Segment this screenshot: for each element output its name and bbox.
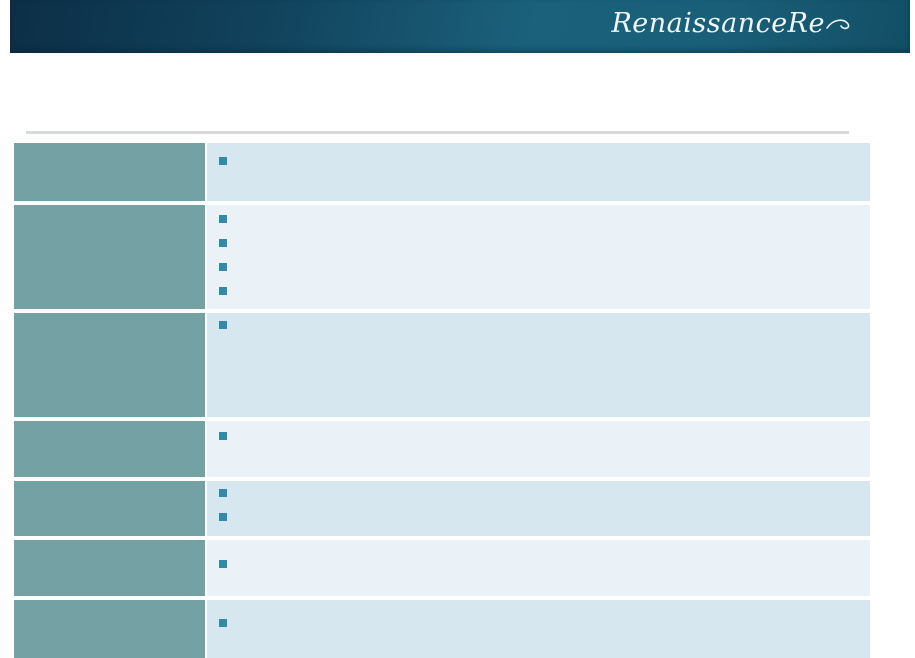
bullet-item xyxy=(207,424,870,448)
row-content-cell xyxy=(207,421,870,477)
table-row xyxy=(14,313,870,417)
row-content-cell xyxy=(207,143,870,201)
row-header-cell xyxy=(14,600,205,658)
row-header-cell xyxy=(14,421,205,477)
bullet-item xyxy=(207,611,870,635)
bullet-square-icon xyxy=(219,489,227,497)
row-content-cell xyxy=(207,600,870,658)
table-row xyxy=(14,143,870,201)
bullet-square-icon xyxy=(219,157,227,165)
bullet-item xyxy=(207,255,870,279)
table-row xyxy=(14,481,870,536)
logo-swash-icon xyxy=(826,16,852,39)
bullet-item xyxy=(207,313,870,337)
company-logo-text: RenaissanceRe xyxy=(611,8,825,39)
bullet-item xyxy=(207,207,870,231)
bullet-square-icon xyxy=(219,619,227,627)
bullet-square-icon xyxy=(219,215,227,223)
table-row xyxy=(14,421,870,477)
bullet-item xyxy=(207,149,870,173)
content-table xyxy=(14,143,870,658)
row-header-cell xyxy=(14,313,205,417)
row-content-cell xyxy=(207,540,870,596)
header-bar: RenaissanceRe xyxy=(10,0,910,53)
row-content-cell xyxy=(207,205,870,309)
table-row xyxy=(14,205,870,309)
bullet-item xyxy=(207,231,870,255)
row-content-cell xyxy=(207,313,870,417)
bullet-square-icon xyxy=(219,560,227,568)
bullet-square-icon xyxy=(219,321,227,329)
bullet-square-icon xyxy=(219,263,227,271)
bullet-item xyxy=(207,552,870,576)
bullet-square-icon xyxy=(219,513,227,521)
bullet-item xyxy=(207,505,870,529)
row-header-cell xyxy=(14,540,205,596)
row-content-cell xyxy=(207,481,870,536)
bullet-square-icon xyxy=(219,432,227,440)
row-header-cell xyxy=(14,481,205,536)
bullet-square-icon xyxy=(219,287,227,295)
row-header-cell xyxy=(14,143,205,201)
bullet-item xyxy=(207,279,870,303)
table-row xyxy=(14,540,870,596)
row-header-cell xyxy=(14,205,205,309)
company-logo: RenaissanceRe xyxy=(611,8,852,39)
bullet-item xyxy=(207,481,870,505)
title-divider xyxy=(26,131,849,134)
bullet-square-icon xyxy=(219,239,227,247)
table-row xyxy=(14,600,870,658)
